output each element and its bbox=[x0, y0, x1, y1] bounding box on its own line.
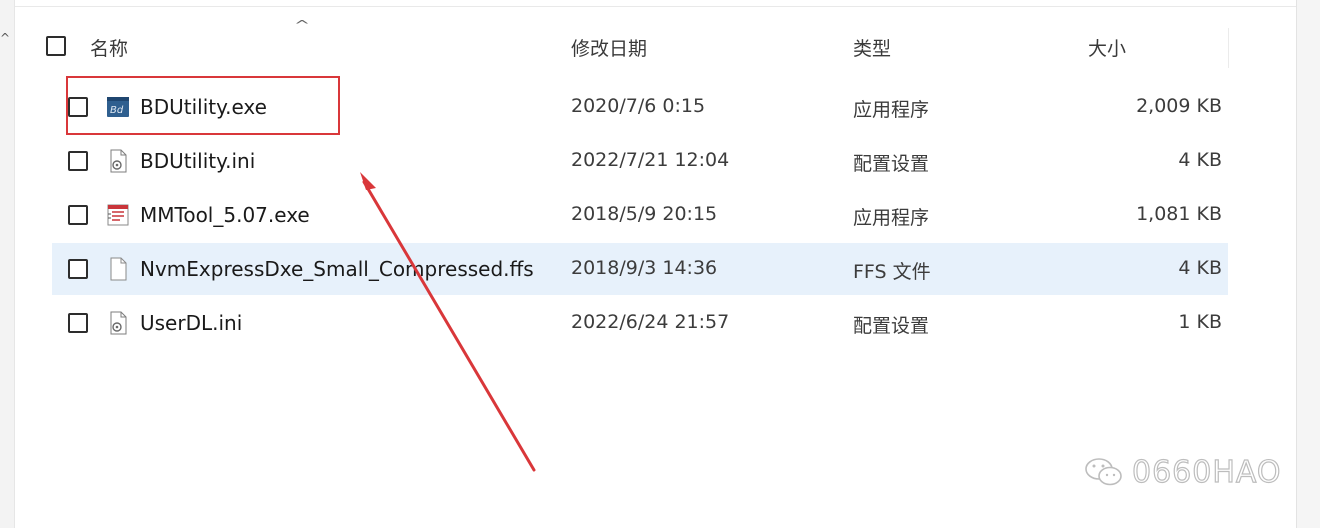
file-name[interactable]: NvmExpressDxe_Small_Compressed.ffs bbox=[140, 257, 534, 281]
column-name-header[interactable]: 名称 bbox=[90, 34, 128, 61]
file-type: 配置设置 bbox=[853, 315, 930, 337]
wechat-icon bbox=[1085, 458, 1122, 486]
ini-settings-icon bbox=[110, 149, 127, 173]
file-type: FFS 文件 bbox=[853, 261, 931, 283]
file-size: 2,009 KB bbox=[1136, 95, 1222, 117]
column-date-header[interactable]: 修改日期 bbox=[571, 34, 647, 61]
ini-settings-icon bbox=[110, 311, 127, 335]
top-divider bbox=[0, 6, 1320, 7]
file-size: 4 KB bbox=[1178, 149, 1222, 171]
sort-ascending-icon: ^ bbox=[293, 18, 311, 32]
column-header: ^ 名称 修改日期 类型 大小 bbox=[14, 18, 1296, 72]
vertical-scrollbar[interactable] bbox=[1296, 0, 1320, 528]
row-checkbox[interactable] bbox=[68, 151, 88, 171]
file-modified-date: 2018/5/9 20:15 bbox=[571, 203, 718, 225]
row-checkbox[interactable] bbox=[68, 259, 88, 279]
file-name[interactable]: MMTool_5.07.exe bbox=[140, 203, 310, 227]
file-size: 1,081 KB bbox=[1136, 203, 1222, 225]
file-size: 1 KB bbox=[1178, 311, 1222, 333]
file-row[interactable]: BDUtility.ini 2022/7/21 12:04 配置设置 4 KB bbox=[52, 135, 1228, 187]
file-modified-date: 2022/7/21 12:04 bbox=[571, 149, 730, 171]
file-modified-date: 2020/7/6 0:15 bbox=[571, 95, 706, 117]
navigation-pane-edge: ^ bbox=[0, 0, 15, 528]
watermark: 0660HAO bbox=[1084, 452, 1282, 492]
file-explorer-window: ^ ^ 名称 修改日期 类型 大小 Bd BDUtility.exe 2020/… bbox=[0, 0, 1320, 528]
highlight-annotation-box bbox=[66, 76, 340, 135]
file-row[interactable]: MMTool_5.07.exe 2018/5/9 20:15 应用程序 1,08… bbox=[52, 189, 1228, 241]
file-type: 应用程序 bbox=[853, 207, 930, 229]
row-checkbox[interactable] bbox=[68, 205, 88, 225]
column-type-header[interactable]: 类型 bbox=[853, 34, 891, 61]
row-checkbox[interactable] bbox=[68, 313, 88, 333]
file-type: 配置设置 bbox=[853, 153, 930, 175]
column-size-header[interactable]: 大小 bbox=[1088, 34, 1126, 61]
file-name[interactable]: BDUtility.ini bbox=[140, 149, 255, 173]
column-divider[interactable] bbox=[1228, 28, 1229, 68]
file-modified-date: 2018/9/3 14:36 bbox=[571, 257, 718, 279]
select-all-checkbox[interactable] bbox=[46, 36, 66, 56]
scroll-up-icon[interactable]: ^ bbox=[0, 30, 14, 46]
blank-file-icon bbox=[110, 257, 127, 281]
file-name[interactable]: UserDL.ini bbox=[140, 311, 242, 335]
watermark-text: 0660HAO bbox=[1131, 454, 1282, 490]
file-size: 4 KB bbox=[1178, 257, 1222, 279]
file-row[interactable]: UserDL.ini 2022/6/24 21:57 配置设置 1 KB bbox=[52, 297, 1228, 349]
file-modified-date: 2022/6/24 21:57 bbox=[571, 311, 730, 333]
mmtool-app-icon bbox=[107, 204, 129, 226]
file-row[interactable]: NvmExpressDxe_Small_Compressed.ffs 2018/… bbox=[52, 243, 1228, 295]
file-type: 应用程序 bbox=[853, 99, 930, 121]
